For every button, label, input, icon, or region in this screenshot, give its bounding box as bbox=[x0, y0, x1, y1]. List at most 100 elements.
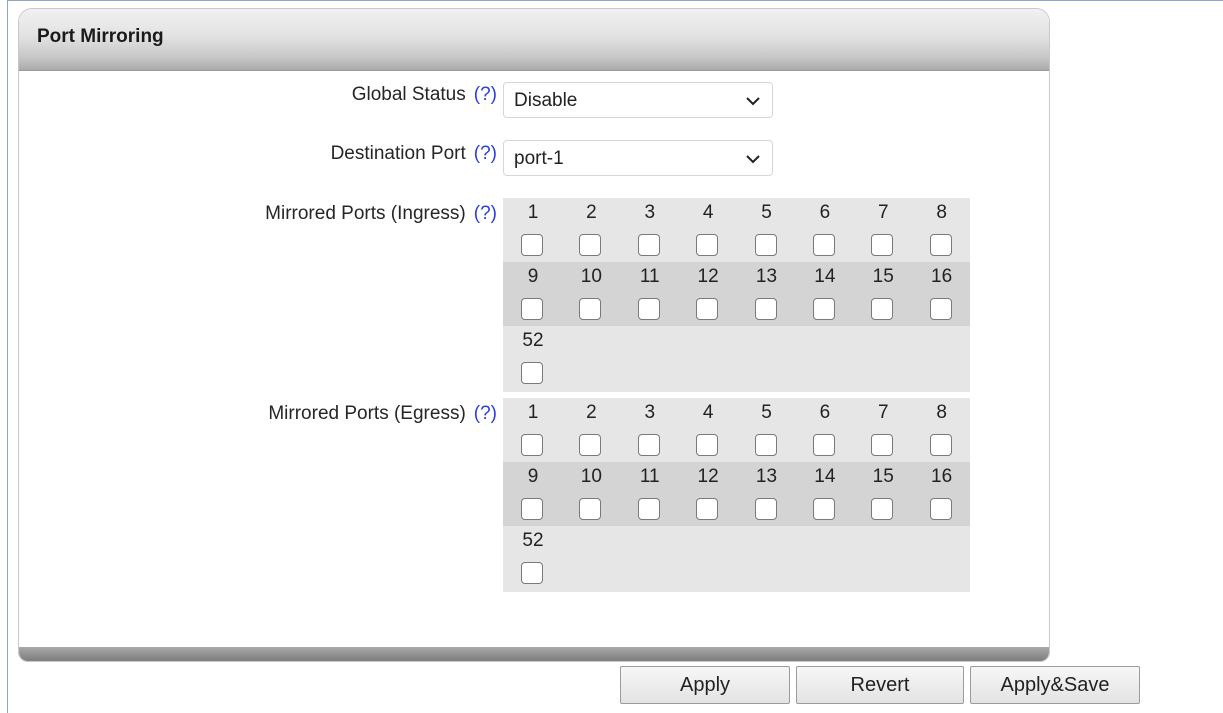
port-checkbox[interactable] bbox=[812, 498, 835, 520]
port-checkbox[interactable] bbox=[579, 298, 602, 320]
port-cell: 11 bbox=[620, 262, 678, 326]
port-number: 10 bbox=[580, 266, 602, 287]
port-checkbox[interactable] bbox=[521, 498, 543, 520]
mirrored-egress-help-link[interactable]: (?) bbox=[474, 403, 497, 424]
port-cell: 2 bbox=[561, 398, 619, 462]
port-checkbox[interactable] bbox=[579, 434, 602, 456]
port-checkbox[interactable] bbox=[812, 434, 835, 456]
port-number: 52 bbox=[522, 530, 544, 551]
port-checkbox[interactable] bbox=[812, 234, 835, 256]
port-number: 3 bbox=[644, 202, 656, 223]
window-frame-left bbox=[7, 0, 8, 713]
port-cell: 7 bbox=[853, 198, 911, 262]
port-cell: 10 bbox=[561, 262, 619, 326]
port-checkbox[interactable] bbox=[696, 498, 719, 520]
port-cell: 6 bbox=[795, 198, 853, 262]
port-mirroring-panel: Port Mirroring Global Status (?) Disable … bbox=[18, 8, 1050, 662]
port-checkbox[interactable] bbox=[871, 498, 894, 520]
mirrored-ingress-label: Mirrored Ports (Ingress) bbox=[265, 203, 466, 224]
port-row: 52 bbox=[503, 326, 970, 392]
port-checkbox[interactable] bbox=[637, 498, 660, 520]
port-number: 10 bbox=[580, 466, 602, 487]
port-checkbox[interactable] bbox=[929, 234, 952, 256]
port-number: 1 bbox=[527, 202, 539, 223]
port-cell: 52 bbox=[503, 526, 561, 592]
port-cell: 9 bbox=[503, 462, 561, 526]
port-number: 14 bbox=[814, 266, 836, 287]
port-checkbox[interactable] bbox=[637, 298, 660, 320]
destination-port-row-label: Destination Port (?) bbox=[19, 143, 497, 165]
apply-save-button[interactable]: Apply&Save bbox=[970, 666, 1140, 704]
global-status-help-link[interactable]: (?) bbox=[474, 84, 497, 105]
port-cell: 4 bbox=[678, 198, 736, 262]
port-checkbox[interactable] bbox=[871, 434, 894, 456]
port-cell: 16 bbox=[912, 262, 970, 326]
port-checkbox[interactable] bbox=[929, 498, 952, 520]
mirrored-ingress-help-link[interactable]: (?) bbox=[474, 203, 497, 224]
port-cell: 1 bbox=[503, 398, 561, 462]
port-cell: 3 bbox=[620, 398, 678, 462]
port-cell: 6 bbox=[795, 398, 853, 462]
port-checkbox[interactable] bbox=[637, 234, 660, 256]
port-row: 52 bbox=[503, 526, 970, 592]
port-checkbox[interactable] bbox=[696, 234, 719, 256]
port-number: 6 bbox=[819, 202, 831, 223]
port-number: 16 bbox=[931, 266, 953, 287]
port-cell: 11 bbox=[620, 462, 678, 526]
port-checkbox[interactable] bbox=[754, 298, 777, 320]
port-number: 4 bbox=[702, 402, 714, 423]
destination-port-select[interactable]: port-1 bbox=[503, 140, 773, 176]
global-status-select[interactable]: Disable bbox=[503, 82, 773, 118]
port-number: 8 bbox=[936, 402, 947, 423]
port-cell: 10 bbox=[561, 462, 619, 526]
port-checkbox[interactable] bbox=[521, 562, 543, 584]
port-checkbox[interactable] bbox=[696, 434, 719, 456]
port-number: 15 bbox=[872, 466, 894, 487]
revert-button[interactable]: Revert bbox=[796, 666, 964, 704]
port-checkbox[interactable] bbox=[579, 498, 602, 520]
port-cell: 13 bbox=[737, 262, 795, 326]
destination-port-help-link[interactable]: (?) bbox=[474, 143, 497, 164]
port-cell: 15 bbox=[853, 262, 911, 326]
port-checkbox[interactable] bbox=[521, 362, 543, 384]
port-checkbox[interactable] bbox=[521, 434, 543, 456]
port-number: 5 bbox=[761, 402, 772, 423]
global-status-row-label: Global Status (?) bbox=[19, 84, 497, 106]
port-checkbox[interactable] bbox=[521, 298, 543, 320]
port-cell: 14 bbox=[795, 262, 853, 326]
port-checkbox[interactable] bbox=[871, 234, 894, 256]
port-number: 2 bbox=[586, 202, 597, 223]
port-row: 1 2 3 4 5 6 7 8 bbox=[503, 398, 970, 462]
apply-button[interactable]: Apply bbox=[620, 666, 790, 704]
port-checkbox[interactable] bbox=[637, 434, 660, 456]
port-cell: 4 bbox=[678, 398, 736, 462]
mirrored-egress-row-label: Mirrored Ports (Egress) (?) bbox=[19, 403, 497, 425]
port-checkbox[interactable] bbox=[696, 298, 719, 320]
port-checkbox[interactable] bbox=[871, 298, 894, 320]
global-status-value: Disable bbox=[514, 90, 578, 111]
port-number: 6 bbox=[819, 402, 831, 423]
port-cell: 5 bbox=[737, 198, 795, 262]
port-number: 16 bbox=[931, 466, 953, 487]
port-row: 9 10 11 12 13 14 15 16 bbox=[503, 262, 970, 326]
port-checkbox[interactable] bbox=[521, 234, 543, 256]
chevron-down-icon bbox=[746, 97, 760, 106]
port-checkbox[interactable] bbox=[754, 498, 777, 520]
port-cell: 14 bbox=[795, 462, 853, 526]
port-checkbox[interactable] bbox=[812, 298, 835, 320]
port-checkbox[interactable] bbox=[929, 298, 952, 320]
port-number: 11 bbox=[639, 466, 660, 487]
port-cell: 12 bbox=[678, 462, 736, 526]
port-cell: 12 bbox=[678, 262, 736, 326]
port-row: 1 2 3 4 5 6 7 8 bbox=[503, 198, 970, 262]
port-number: 52 bbox=[522, 330, 544, 351]
port-number: 8 bbox=[936, 202, 947, 223]
port-checkbox[interactable] bbox=[579, 234, 602, 256]
port-checkbox[interactable] bbox=[754, 434, 777, 456]
port-cell: 5 bbox=[737, 398, 795, 462]
port-number: 14 bbox=[814, 466, 836, 487]
port-number: 4 bbox=[702, 202, 714, 223]
port-checkbox[interactable] bbox=[929, 434, 952, 456]
port-checkbox[interactable] bbox=[754, 234, 777, 256]
chevron-down-icon bbox=[746, 155, 760, 164]
